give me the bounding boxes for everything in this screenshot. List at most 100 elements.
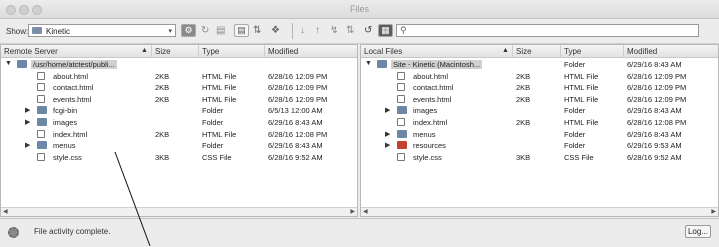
column-header-name[interactable]: Local Files — [364, 47, 402, 56]
file-modified: 6/29/16 8:43 AM — [627, 106, 682, 116]
column-header-name[interactable]: Remote Server — [4, 47, 58, 56]
file-name: events.html — [53, 94, 92, 104]
files-window: Files Show: Kinetic ▾ ⚙ ↻ ▤ ▤ ⇅ ❖ ↓ ↑ ↯ … — [0, 0, 719, 247]
file-modified: 6/29/16 8:43 AM — [268, 141, 323, 151]
file-icon — [37, 71, 45, 80]
folder-row[interactable]: ▶ resources Folder 6/29/16 9:53 AM — [361, 140, 718, 151]
file-modified: 6/28/16 9:52 AM — [268, 152, 323, 162]
file-size: 2KB — [155, 129, 170, 139]
expand-view-button[interactable]: ▤ — [234, 24, 249, 37]
sync-icon[interactable]: ⇅ — [253, 25, 261, 36]
file-row[interactable]: style.css 3KB CSS File 6/28/16 9:52 AM — [1, 152, 357, 163]
file-modified: 6/28/16 12:08 PM — [268, 129, 328, 139]
disclosure-collapsed-icon[interactable]: ▶ — [385, 141, 390, 149]
folder-row[interactable]: ▼ Site - Kinetic (Macintosh... Folder 6/29/… — [361, 59, 718, 70]
column-divider — [623, 45, 624, 57]
site-map-icon[interactable]: ❖ — [271, 25, 280, 36]
file-type: Folder — [564, 129, 586, 139]
file-row[interactable]: contact.html 2KB HTML File 6/28/16 12:09 PM — [1, 82, 357, 93]
file-row[interactable]: events.html 2KB HTML File 6/28/16 12:09 PM — [1, 94, 357, 105]
disclosure-expanded-icon[interactable]: ▼ — [5, 60, 12, 67]
put-files-icon[interactable]: ↑ — [315, 25, 320, 36]
file-name: about.html — [413, 71, 449, 81]
folder-row[interactable]: ▶ images Folder 6/29/16 8:43 AM — [1, 117, 357, 128]
window-title: Files — [349, 4, 369, 14]
disclosure-collapsed-icon[interactable]: ▶ — [25, 141, 30, 149]
folder-row[interactable]: ▼ /usr/home/atctest/publi... — [1, 59, 357, 70]
folder-row[interactable]: ▶ menus Folder 6/29/16 8:43 AM — [361, 129, 718, 140]
folder-row[interactable]: ▶ fcgi-bin Folder 6/5/13 12:00 AM — [1, 105, 357, 116]
file-type: CSS File — [564, 152, 594, 162]
file-row[interactable]: style.css 3KB CSS File 6/28/16 9:52 AM — [361, 152, 718, 163]
file-type: Folder — [564, 60, 586, 69]
toggle-view-button[interactable]: ▦ — [378, 24, 393, 37]
folder-icon — [37, 141, 47, 150]
disclosure-expanded-icon[interactable]: ▼ — [365, 60, 372, 67]
disclosure-collapsed-icon[interactable]: ▶ — [385, 106, 390, 114]
file-icon — [397, 71, 405, 80]
column-header-size[interactable]: Size — [155, 47, 171, 56]
sort-ascending-icon: ▲ — [141, 47, 148, 54]
synchronize-icon[interactable]: ↺ — [364, 25, 372, 36]
connect-button[interactable]: ⚙ — [181, 24, 196, 37]
column-divider — [512, 45, 513, 57]
folder-icon — [397, 106, 407, 115]
site-select[interactable]: Kinetic ▾ — [28, 24, 176, 37]
column-header-type[interactable]: Type — [202, 47, 219, 56]
disclosure-collapsed-icon[interactable]: ▶ — [25, 118, 30, 126]
remote-server-pane[interactable]: Remote Server ▲ Size Type Modified ▼ /usr… — [0, 44, 358, 217]
column-header-modified[interactable]: Modified — [627, 47, 657, 56]
file-row[interactable]: events.html 2KB HTML File 6/28/16 12:09 PM — [361, 94, 718, 105]
disclosure-collapsed-icon[interactable]: ▶ — [385, 130, 390, 138]
file-name: resources — [413, 141, 446, 151]
column-header-size[interactable]: Size — [516, 47, 532, 56]
file-type: HTML File — [202, 129, 237, 139]
file-name: contact.html — [53, 83, 94, 93]
folder-icon — [377, 60, 387, 68]
refresh-icon[interactable]: ↻ — [201, 25, 209, 36]
view-site-files-icon[interactable]: ▤ — [216, 25, 225, 36]
file-row[interactable]: about.html 2KB HTML File 6/28/16 12:09 PM — [361, 71, 718, 82]
get-files-icon[interactable]: ↓ — [300, 25, 305, 36]
horizontal-scrollbar[interactable]: ◀ ▶ — [361, 207, 718, 216]
file-modified: 6/28/16 12:09 PM — [627, 94, 687, 104]
scroll-right-icon[interactable]: ▶ — [711, 208, 716, 215]
folder-row[interactable]: ▶ menus Folder 6/29/16 8:43 AM — [1, 140, 357, 151]
folder-icon — [37, 106, 47, 115]
file-type: Folder — [564, 141, 586, 151]
check-out-icon[interactable]: ↯ — [330, 25, 338, 36]
column-header-type[interactable]: Type — [564, 47, 581, 56]
log-button[interactable]: Log... — [685, 225, 711, 238]
file-row[interactable]: contact.html 2KB HTML File 6/28/16 12:09 PM — [361, 82, 718, 93]
file-icon — [397, 94, 405, 103]
scroll-left-icon[interactable]: ◀ — [363, 208, 368, 215]
file-modified: 6/29/16 8:43 AM — [627, 60, 682, 69]
scroll-right-icon[interactable]: ▶ — [350, 208, 355, 215]
file-row[interactable]: about.html 2KB HTML File 6/28/16 12:09 PM — [1, 71, 357, 82]
file-name: images — [53, 118, 78, 127]
search-input[interactable]: ⚲ — [396, 24, 699, 37]
folder-icon — [397, 141, 407, 150]
column-divider — [560, 45, 561, 57]
scroll-left-icon[interactable]: ◀ — [3, 208, 8, 215]
file-size: 2KB — [516, 118, 531, 127]
file-modified: 6/29/16 8:43 AM — [627, 129, 682, 139]
activity-gear-icon — [8, 227, 19, 238]
file-row[interactable]: index.html 2KB HTML File 6/28/16 12:08 PM — [361, 117, 718, 128]
horizontal-scrollbar[interactable]: ◀ ▶ — [1, 207, 357, 216]
check-in-icon[interactable]: ⇅ — [346, 25, 354, 36]
file-icon — [37, 152, 45, 161]
file-modified: 6/28/16 12:09 PM — [268, 94, 328, 104]
file-row[interactable]: index.html 2KB HTML File 6/28/16 12:08 PM — [1, 129, 357, 140]
file-name: index.html — [53, 129, 88, 139]
file-icon — [37, 129, 45, 138]
file-icon — [37, 83, 45, 92]
disclosure-collapsed-icon[interactable]: ▶ — [25, 106, 30, 114]
plug-icon: ⚙ — [184, 25, 193, 35]
folder-row[interactable]: ▶ images Folder 6/29/16 8:43 AM — [361, 105, 718, 116]
sort-ascending-icon: ▲ — [502, 47, 509, 54]
site-select-value: Kinetic — [46, 27, 71, 36]
toolbar-separator — [292, 23, 293, 39]
column-header-modified[interactable]: Modified — [268, 47, 298, 56]
local-files-pane[interactable]: Local Files ▲ Size Type Modified ▼ Site -… — [360, 44, 719, 217]
